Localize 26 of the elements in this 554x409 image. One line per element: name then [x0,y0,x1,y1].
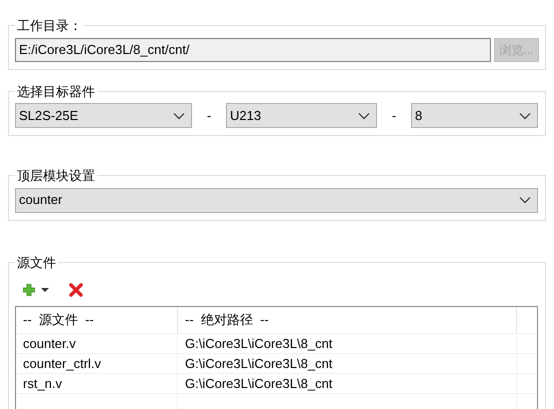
caret-icon[interactable] [41,288,49,292]
group-title: 源文件 [16,254,57,272]
column-header[interactable]: -- 绝对路径 -- [178,307,517,333]
group-title: 工作目录： [16,17,83,35]
dropdown[interactable]: U213 [226,103,377,128]
separator-text: - [206,106,212,125]
table-cell: rst_n.v [16,374,178,393]
table-cell: G:\iCore3L\iCore3L\8_cnt [178,374,517,393]
table-cell: G:\iCore3L\iCore3L\8_cnt [178,334,517,353]
dropdown[interactable]: counter [15,188,538,212]
chevron-down-icon [519,196,531,204]
column-header[interactable]: -- 源文件 -- [16,307,178,333]
table-cell: counter_ctrl.v [16,354,178,373]
delete-icon[interactable] [69,283,83,297]
dropdown[interactable]: 8 [411,103,538,128]
table-cell: G:\iCore3L\iCore3L\8_cnt [178,354,517,373]
directory-field[interactable]: E:/iCore3L/iCore3L/8_cnt/cnt/ [15,38,491,62]
add-icon[interactable] [23,284,35,296]
chevron-down-icon [358,112,370,120]
chevron-down-icon [173,112,185,120]
separator-text: - [390,106,398,125]
chevron-down-icon [519,112,531,120]
table-cell: counter.v [16,334,178,353]
group-title: 选择目标器件 [16,82,96,100]
group-title: 顶层模块设置 [16,167,96,185]
dropdown[interactable]: SL2S-25E [15,103,192,128]
